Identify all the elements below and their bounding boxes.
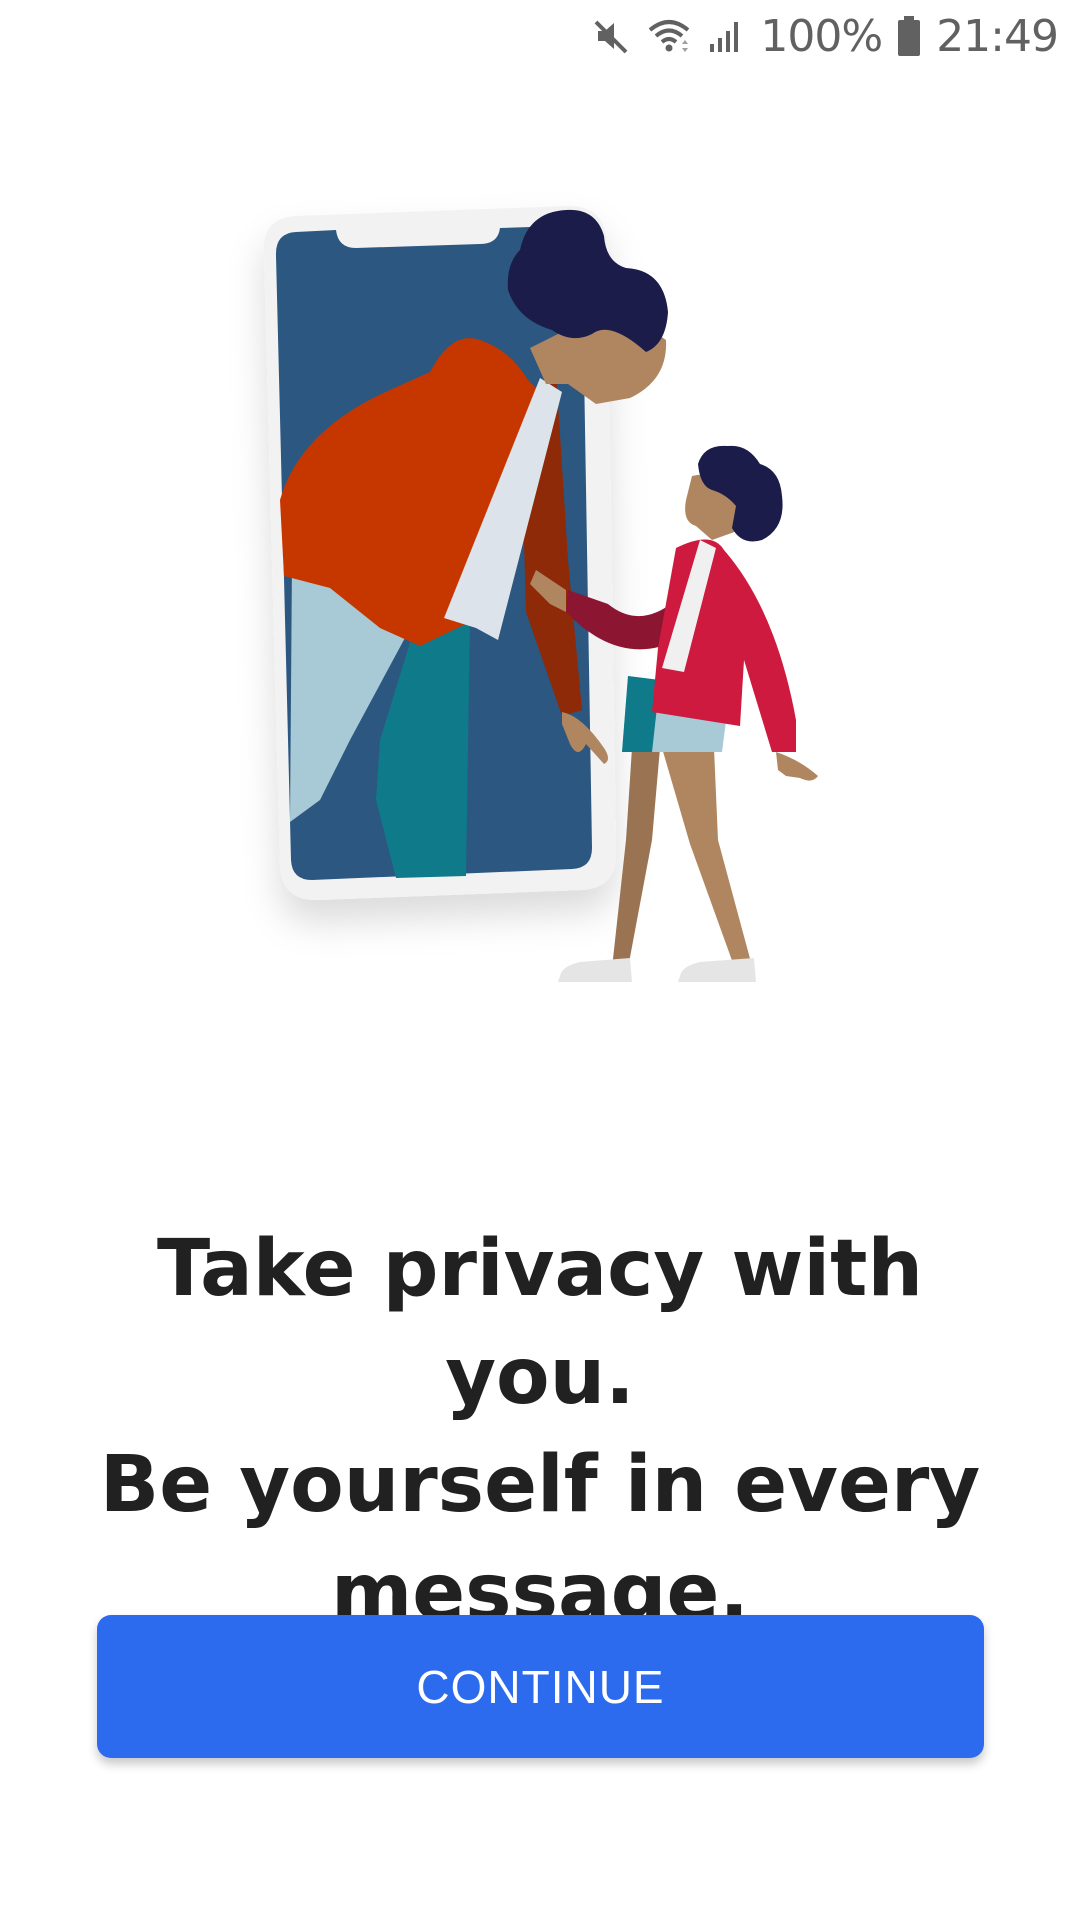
battery-icon: [896, 15, 922, 57]
wifi-icon: [646, 16, 692, 56]
headline-line-2: Be yourself in every: [99, 1440, 981, 1530]
headline-line-1: Take privacy with you.: [157, 1224, 923, 1422]
signal-icon: [706, 16, 746, 56]
clock: 21:49: [936, 10, 1059, 62]
onboarding-headline: Take privacy with you. Be yourself in ev…: [60, 1215, 1020, 1647]
person-leaning-out-of-phone-illustration: [263, 206, 818, 982]
mute-icon: [592, 16, 632, 56]
battery-percent: 100%: [760, 10, 883, 62]
privacy-illustration: [0, 190, 1080, 990]
status-bar: 100% 21:49: [0, 0, 1080, 72]
continue-button[interactable]: CONTINUE: [97, 1615, 984, 1758]
